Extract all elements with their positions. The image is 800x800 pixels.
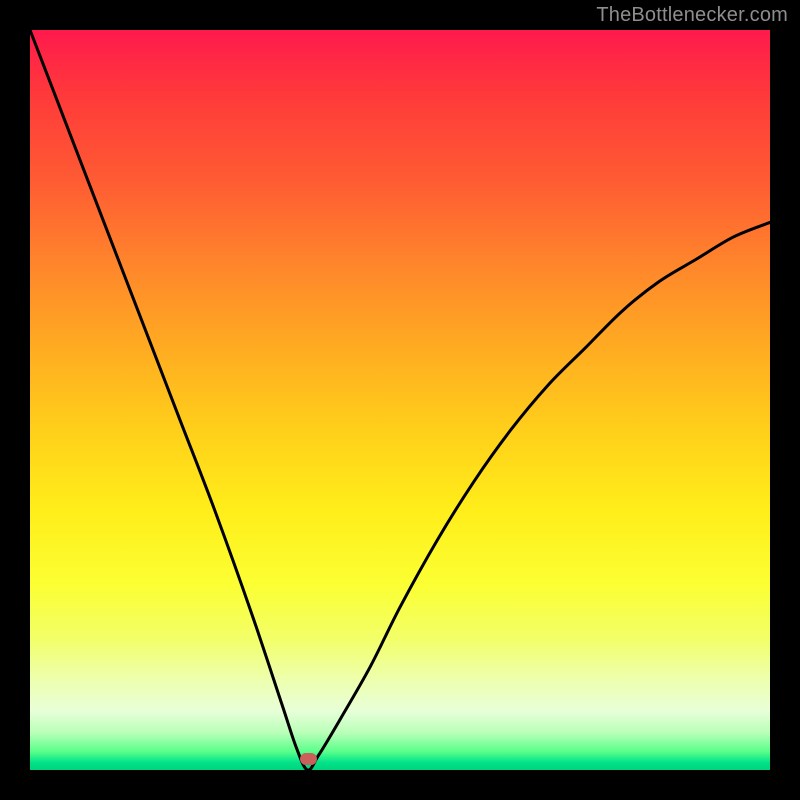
bottleneck-curve <box>30 30 770 770</box>
optimal-point-marker <box>300 753 317 765</box>
watermark-text: TheBottlenecker.com <box>596 4 788 27</box>
plot-area <box>30 30 770 770</box>
chart-frame: TheBottlenecker.com <box>0 0 800 800</box>
